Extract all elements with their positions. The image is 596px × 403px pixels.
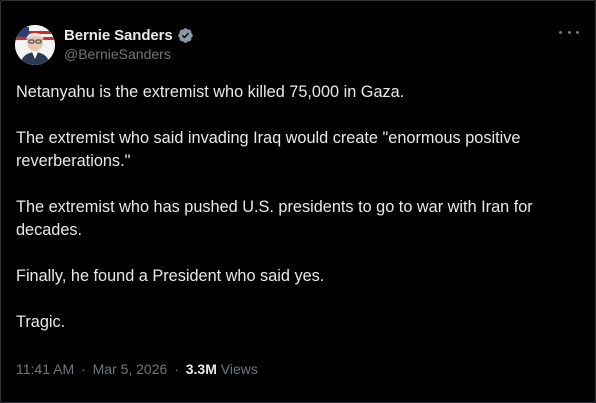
tweet-paragraph: Netanyahu is the extremist who killed 75… (16, 83, 405, 101)
views-label: Views (220, 361, 258, 377)
tweet-date[interactable]: Mar 5, 2026 (93, 361, 168, 377)
verified-badge-icon (177, 27, 194, 44)
author-names: Bernie Sanders @BernieSanders (64, 25, 194, 62)
tweet-paragraph: The extremist who has pushed U.S. presid… (16, 198, 533, 239)
tweet-paragraph: Tragic. (16, 313, 66, 331)
meta-separator: · (174, 361, 179, 377)
more-options-icon[interactable] (559, 26, 579, 38)
more-dot (559, 30, 562, 34)
author-handle[interactable]: @BernieSanders (64, 46, 194, 62)
tweet-paragraph: The extremist who said invading Iraq wou… (16, 129, 521, 170)
more-dot (576, 30, 579, 34)
tweet-time[interactable]: 11:41 AM (16, 361, 74, 377)
display-name[interactable]: Bernie Sanders (64, 27, 173, 44)
tweet-text: Netanyahu is the extremist who killed 75… (16, 81, 582, 357)
name-row: Bernie Sanders (64, 25, 194, 45)
more-dot (567, 30, 571, 34)
tweet-paragraph: Finally, he found a President who said y… (16, 267, 325, 285)
tweet-header: Bernie Sanders @BernieSanders (15, 24, 581, 68)
avatar[interactable] (15, 25, 55, 65)
meta-separator: · (81, 361, 86, 377)
tweet-card: Bernie Sanders @BernieSanders Netanyahu … (0, 0, 596, 403)
views-count[interactable]: 3.3M (186, 361, 217, 377)
tweet-meta: 11:41 AM · Mar 5, 2026 · 3.3M Views (16, 361, 258, 377)
